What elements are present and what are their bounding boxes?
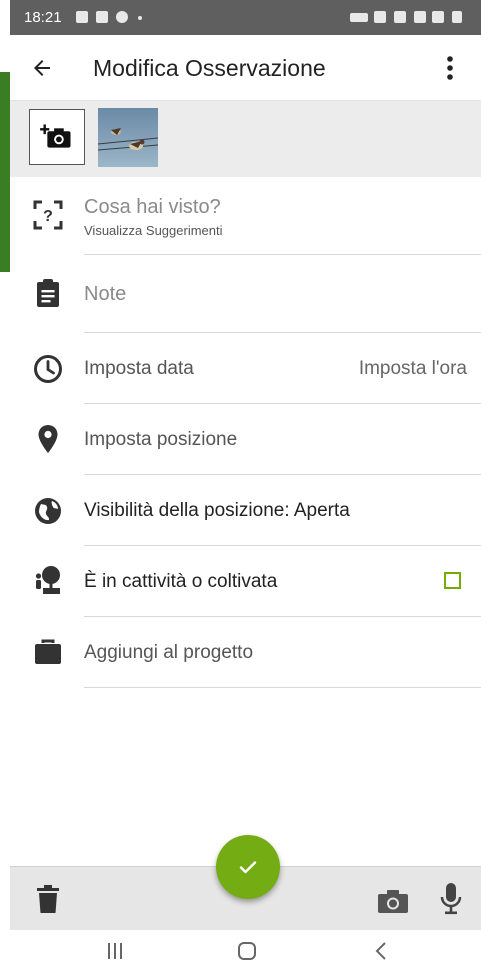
set-location-button[interactable]: Imposta posizione bbox=[84, 429, 237, 451]
network-4g-icon bbox=[414, 11, 426, 23]
more-vert-icon[interactable] bbox=[446, 55, 454, 81]
phone-screen: 18:21 Modifica Osservazione ? Cosa hai v… bbox=[10, 0, 481, 970]
sync-notification-icon bbox=[116, 11, 128, 23]
species-question-icon: ? bbox=[33, 200, 63, 230]
location-row[interactable]: Imposta posizione bbox=[10, 404, 481, 475]
add-photo-button[interactable] bbox=[29, 109, 85, 165]
status-time: 18:21 bbox=[24, 9, 62, 26]
observation-photo-thumbnail[interactable] bbox=[98, 108, 158, 167]
add-to-project-button[interactable]: Aggiungi al progetto bbox=[84, 642, 253, 664]
visibility-row[interactable]: Visibilità della posizione: Aperta bbox=[10, 475, 481, 546]
mute-icon bbox=[374, 11, 386, 23]
more-notifications-icon bbox=[138, 16, 142, 20]
captive-plant-icon bbox=[35, 566, 60, 594]
location-visibility-label[interactable]: Visibilità della posizione: Aperta bbox=[84, 500, 350, 522]
system-nav-bar bbox=[10, 930, 481, 970]
home-icon[interactable] bbox=[238, 942, 256, 960]
captive-checkbox[interactable] bbox=[444, 572, 461, 589]
microphone-icon[interactable] bbox=[440, 883, 462, 915]
page-title: Modifica Osservazione bbox=[93, 55, 326, 81]
svg-text:?: ? bbox=[43, 208, 53, 225]
species-input[interactable]: Cosa hai visto? bbox=[84, 196, 221, 219]
trash-icon[interactable] bbox=[37, 885, 59, 913]
set-date-button[interactable]: Imposta data bbox=[84, 358, 194, 380]
signal-icon bbox=[432, 11, 444, 23]
species-row[interactable]: ? Cosa hai visto? Visualizza Suggeriment… bbox=[10, 177, 481, 255]
add-photo-icon bbox=[40, 124, 71, 148]
captive-row[interactable]: È in cattività o coltivata bbox=[10, 546, 481, 617]
notes-row[interactable]: Note bbox=[10, 255, 481, 333]
tools-notification-icon bbox=[96, 11, 108, 23]
clipboard-icon bbox=[37, 279, 59, 307]
date-row: Imposta data Imposta l'ora bbox=[10, 333, 481, 404]
lock-icon bbox=[394, 11, 406, 23]
view-suggestions-link[interactable]: Visualizza Suggerimenti bbox=[84, 223, 223, 238]
status-bar: 18:21 bbox=[10, 0, 481, 35]
recent-apps-icon[interactable] bbox=[107, 942, 123, 960]
battery-icon bbox=[452, 11, 462, 23]
location-pin-icon bbox=[38, 425, 58, 453]
globe-icon bbox=[35, 498, 61, 524]
nav-back-icon[interactable] bbox=[374, 941, 388, 961]
birds-photo bbox=[98, 108, 158, 167]
divider bbox=[84, 687, 481, 688]
clock-icon bbox=[34, 355, 62, 383]
check-icon bbox=[239, 861, 257, 874]
back-arrow-icon[interactable] bbox=[30, 56, 54, 80]
set-time-button[interactable]: Imposta l'ora bbox=[359, 358, 467, 380]
captive-label: È in cattività o coltivata bbox=[84, 571, 278, 592]
key-icon bbox=[350, 13, 368, 22]
project-row[interactable]: Aggiungi al progetto bbox=[10, 617, 481, 688]
background-app-edge bbox=[0, 72, 10, 272]
gallery-notification-icon bbox=[76, 11, 88, 23]
app-bar: Modifica Osservazione bbox=[10, 35, 481, 101]
camera-icon[interactable] bbox=[378, 889, 408, 913]
photo-strip bbox=[10, 101, 481, 177]
save-observation-button[interactable] bbox=[216, 835, 280, 899]
briefcase-icon bbox=[35, 639, 61, 664]
notes-input[interactable]: Note bbox=[84, 283, 126, 306]
